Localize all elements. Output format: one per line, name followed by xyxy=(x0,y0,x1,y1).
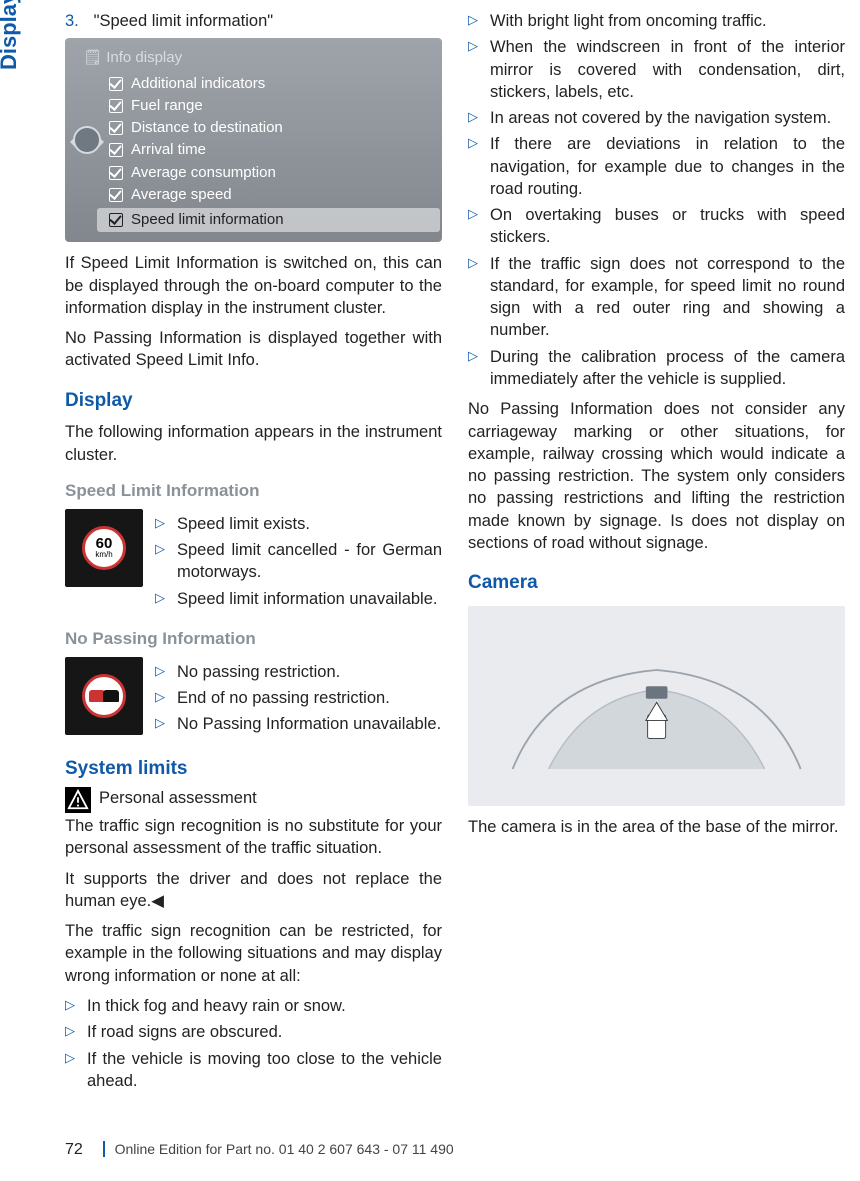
info-item: Distance to destination xyxy=(109,117,428,139)
list-item: Speed limit exists. xyxy=(155,513,442,535)
footer-text: Online Edition for Part no. 01 40 2 607 … xyxy=(115,1141,454,1157)
list-item: During the calibration process of the ca… xyxy=(468,346,845,391)
info-display-screenshot: 🗒 Info display Additional indicators Fue… xyxy=(65,38,442,242)
page-number: 72 xyxy=(65,1139,83,1161)
paragraph: It supports the driver and does not repl… xyxy=(65,868,442,913)
no-passing-sign-icon xyxy=(65,657,143,735)
heading-display: Display xyxy=(65,388,442,414)
list-item: In areas not covered by the navigation s… xyxy=(468,107,845,129)
footer-divider xyxy=(103,1141,105,1157)
list-item: No Passing Information unavailable. xyxy=(155,713,441,735)
warning-block: Personal assessment xyxy=(65,787,442,813)
list-item: Speed limit cancelled - for German motor… xyxy=(155,539,442,584)
paragraph: No Passing Information is displayed toge… xyxy=(65,327,442,372)
paragraph: If Speed Limit Information is switched o… xyxy=(65,252,442,319)
step-number: 3. xyxy=(65,10,89,32)
heading-npi: No Passing Information xyxy=(65,628,442,651)
info-item: Average speed xyxy=(109,184,428,206)
section-tab: Displays xyxy=(0,0,24,70)
list-item: Speed limit information unavailable. xyxy=(155,588,442,610)
warning-icon xyxy=(65,787,91,813)
list-item: No passing restriction. xyxy=(155,661,441,683)
paragraph: No Passing Information does not consider… xyxy=(468,398,845,554)
idrive-dial-icon xyxy=(73,126,101,154)
info-item: Average consumption xyxy=(109,162,428,184)
list-item: If there are deviations in relation to t… xyxy=(468,133,845,200)
checkbox-icon xyxy=(109,166,123,180)
paragraph: The following information appears in the… xyxy=(65,421,442,466)
checkbox-icon xyxy=(109,77,123,91)
checkbox-icon xyxy=(109,143,123,157)
info-item: Arrival time xyxy=(109,139,428,161)
info-item: Additional indicators xyxy=(109,73,428,95)
camera-caption: The camera is in the area of the base of… xyxy=(468,816,845,838)
npi-block: No passing restriction. End of no passin… xyxy=(65,657,442,740)
paragraph: The traffic sign recognition can be rest… xyxy=(65,920,442,987)
checkbox-icon xyxy=(109,213,123,227)
checkbox-icon xyxy=(109,188,123,202)
sli-list: Speed limit exists. Speed limit cancelle… xyxy=(155,509,442,614)
list-item: With bright light from oncoming traffic. xyxy=(468,10,845,32)
checkbox-icon xyxy=(109,99,123,113)
page-body: 3. "Speed limit information" 🗒 Info disp… xyxy=(65,10,845,1100)
info-display-header: 🗒 Info display xyxy=(83,48,428,68)
list-item: On overtaking buses or trucks with speed… xyxy=(468,204,845,249)
info-item-selected: Speed limit information xyxy=(97,208,440,232)
info-item: Fuel range xyxy=(109,95,428,117)
speed-limit-sign-icon: 60km/h xyxy=(65,509,143,587)
paragraph: The traffic sign recognition is no subst… xyxy=(65,815,442,860)
page-footer: 72 Online Edition for Part no. 01 40 2 6… xyxy=(65,1139,845,1161)
step-text: "Speed limit information" xyxy=(94,12,274,30)
checkbox-icon xyxy=(109,121,123,135)
heading-camera: Camera xyxy=(468,570,845,596)
list-item: If the vehicle is moving too close to th… xyxy=(65,1048,442,1093)
warning-title: Personal assessment xyxy=(99,787,257,809)
sli-block: 60km/h Speed limit exists. Speed limit c… xyxy=(65,509,442,614)
list-item: End of no passing restriction. xyxy=(155,687,441,709)
list-item: If road signs are obscured. xyxy=(65,1021,442,1043)
npi-list: No passing restriction. End of no passin… xyxy=(155,657,441,740)
list-item: If the traffic sign does not correspond … xyxy=(468,253,845,342)
list-item: When the windscreen in front of the inte… xyxy=(468,36,845,103)
list-item: In thick fog and heavy rain or snow. xyxy=(65,995,442,1017)
heading-sli: Speed Limit Information xyxy=(65,480,442,503)
camera-illustration xyxy=(468,606,845,806)
step-3: 3. "Speed limit information" xyxy=(65,10,442,32)
heading-system-limits: System limits xyxy=(65,756,442,782)
